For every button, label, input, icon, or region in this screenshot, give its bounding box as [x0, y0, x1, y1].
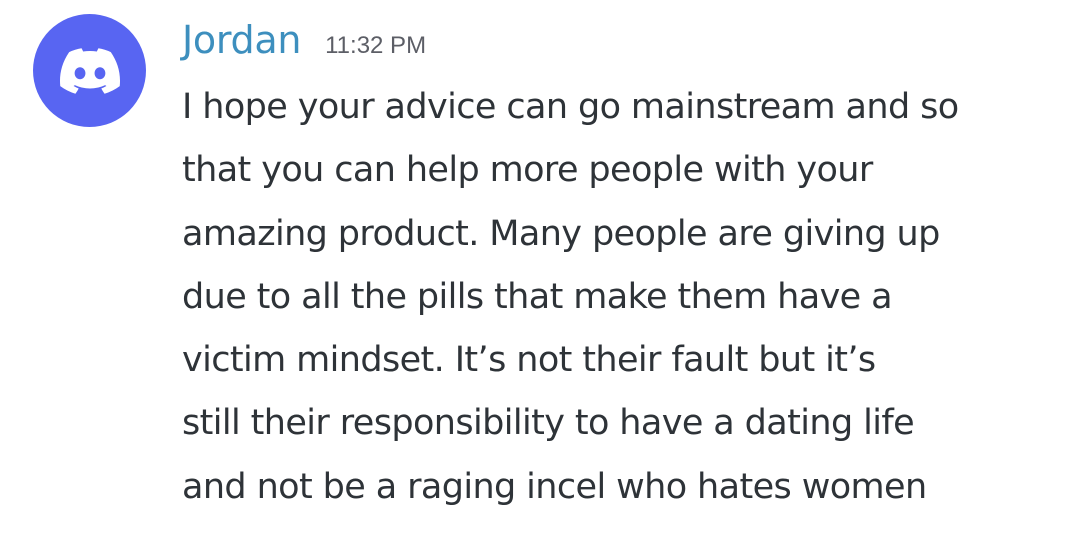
message-line: due to all the pills that make them have…	[182, 276, 893, 317]
message-timestamp: 11:32 PM	[325, 32, 427, 59]
message-header: Jordan 11:32 PM	[182, 18, 426, 72]
message-line: and not be a raging incel who hates wome…	[182, 466, 927, 507]
message-line: amazing product. Many people are giving …	[182, 213, 940, 254]
message-content: I hope your advice can go mainstream and…	[182, 76, 1062, 519]
message-line: victim mindset. It’s not their fault but…	[182, 340, 876, 381]
discord-logo-icon	[59, 47, 120, 94]
message-line: that you can help more people with your	[182, 150, 873, 191]
chat-message: Jordan 11:32 PM I hope your advice can g…	[0, 0, 1080, 536]
user-avatar[interactable]	[33, 14, 146, 127]
author-name[interactable]: Jordan	[182, 18, 301, 62]
message-line: still their responsibility to have a dat…	[182, 403, 915, 444]
message-line: I hope your advice can go mainstream and…	[182, 87, 959, 127]
